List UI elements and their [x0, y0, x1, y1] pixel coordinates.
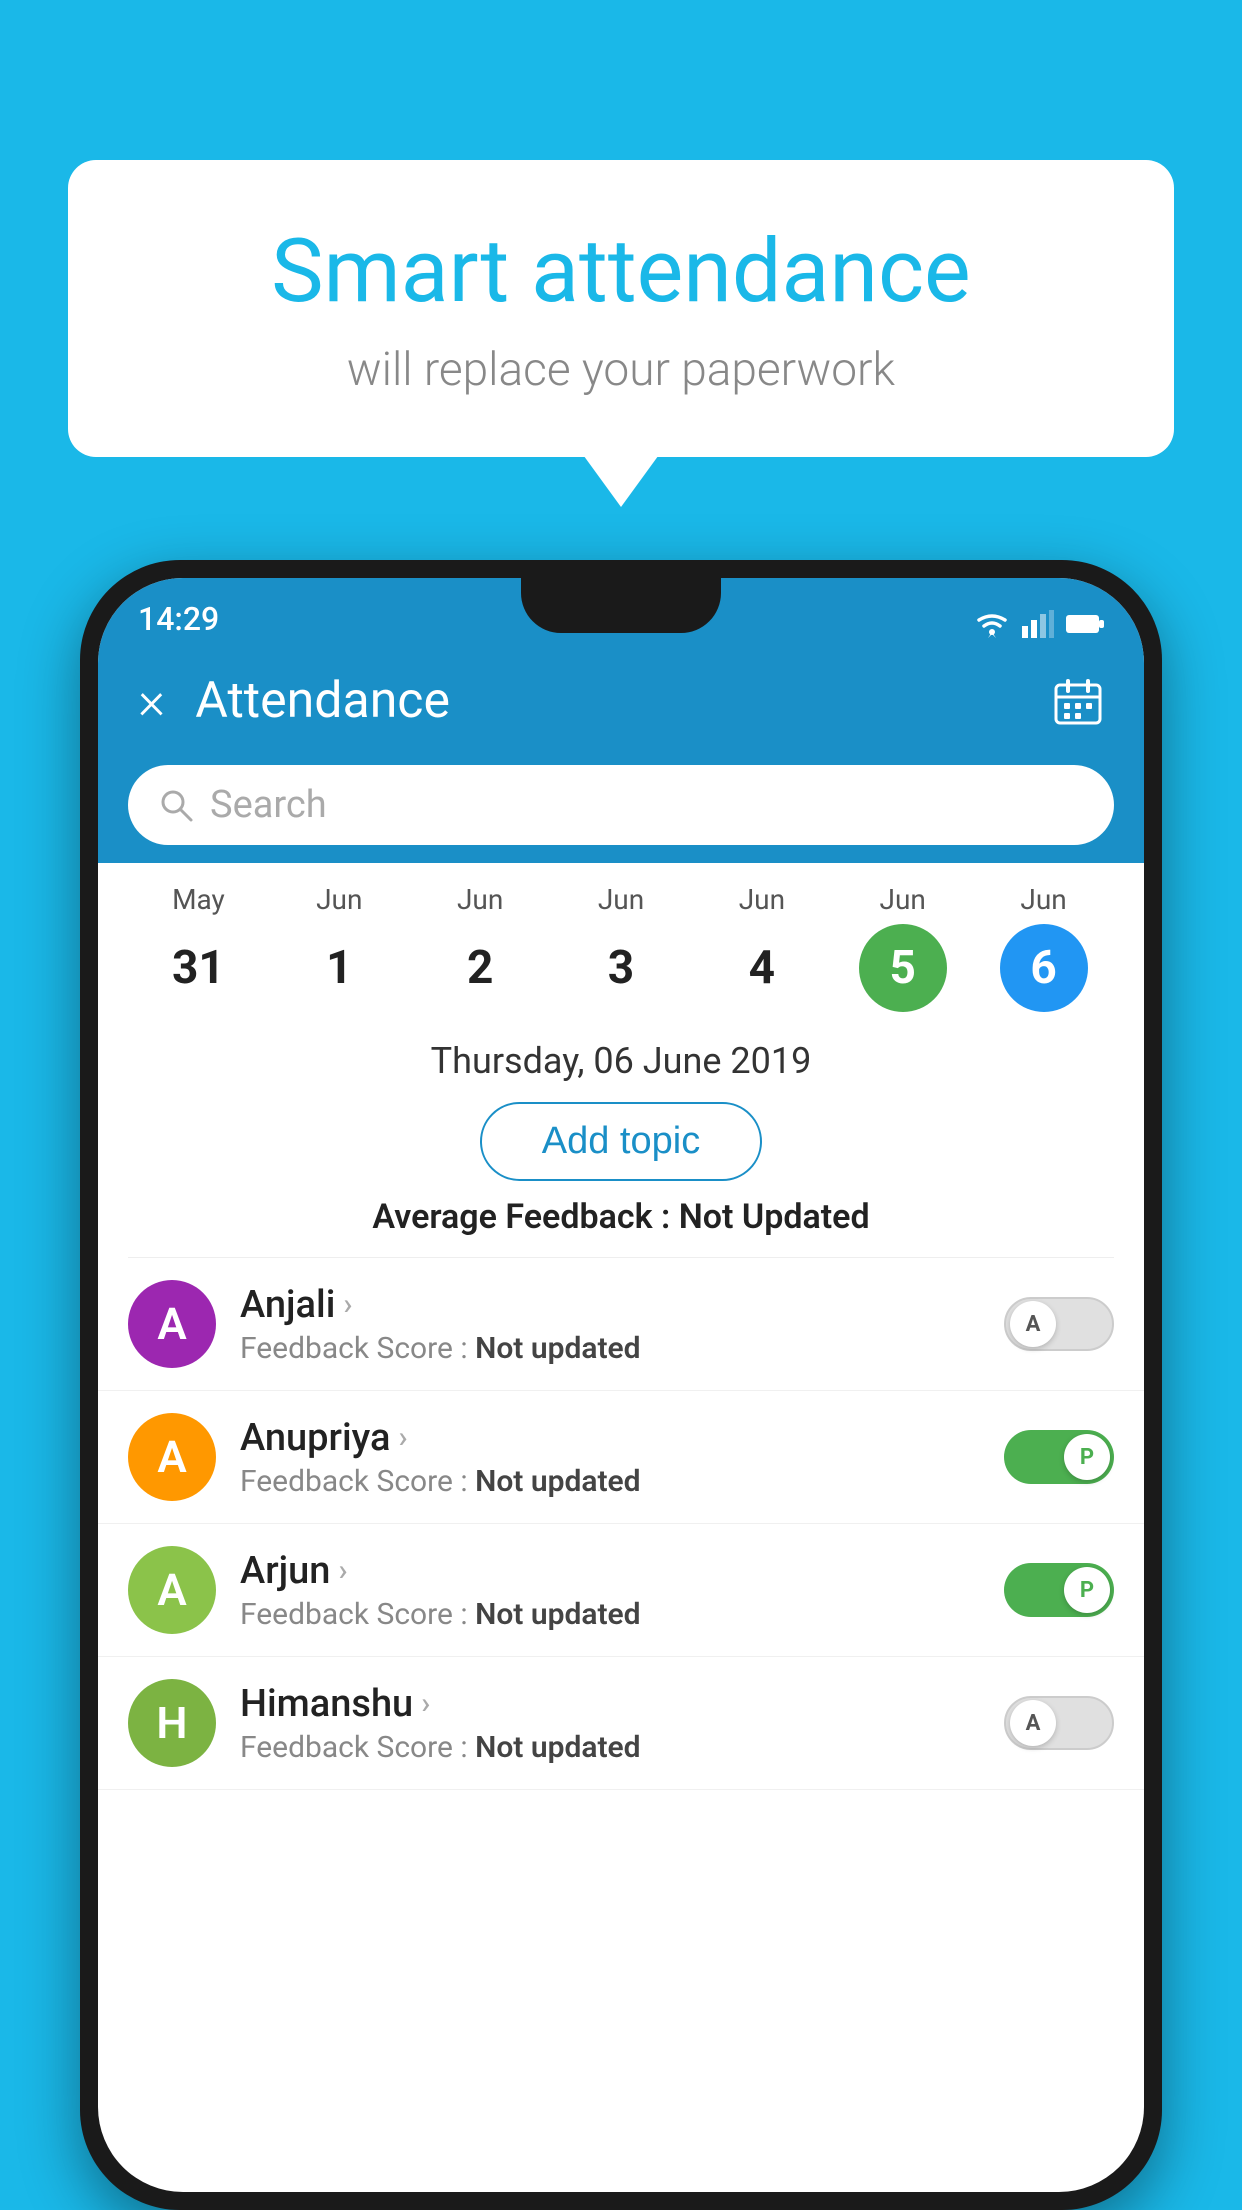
- cal-date-number: 31: [154, 924, 242, 1012]
- add-topic-row: Add topic: [98, 1090, 1144, 1197]
- battery-icon: [1066, 613, 1104, 635]
- speech-bubble-wrapper: Smart attendance will replace your paper…: [68, 160, 1174, 457]
- cal-month-label: Jun: [739, 883, 785, 916]
- wifi-icon: [974, 610, 1010, 638]
- add-topic-button[interactable]: Add topic: [480, 1102, 762, 1181]
- attendance-toggle[interactable]: A: [1004, 1696, 1114, 1750]
- calendar-day-4[interactable]: Jun 4: [691, 883, 832, 1012]
- selected-date-label: Thursday, 06 June 2019: [98, 1022, 1144, 1090]
- cal-month-label: Jun: [457, 883, 503, 916]
- student-feedback: Feedback Score : Not updated: [240, 1331, 980, 1366]
- calendar-day-1[interactable]: Jun 1: [269, 883, 410, 1012]
- student-name: Anupriya ›: [240, 1416, 980, 1460]
- feedback-value: Not updated: [475, 1730, 640, 1765]
- avatar: H: [128, 1679, 216, 1767]
- search-bar[interactable]: Search: [128, 765, 1114, 845]
- cal-month-label: Jun: [316, 883, 362, 916]
- student-info: Arjun › Feedback Score : Not updated: [240, 1549, 980, 1632]
- calendar-icon[interactable]: [1052, 675, 1104, 727]
- cal-month-label: Jun: [1020, 883, 1066, 916]
- cal-date-number: 3: [577, 924, 665, 1012]
- bubble-title: Smart attendance: [148, 220, 1094, 323]
- student-item[interactable]: A Arjun › Feedback Score : Not updated P: [98, 1524, 1144, 1657]
- feedback-value: Not updated: [475, 1331, 640, 1366]
- calendar-day-6[interactable]: Jun 6: [973, 883, 1114, 1012]
- chevron-icon: ›: [398, 1420, 407, 1455]
- cal-month-label: Jun: [880, 883, 926, 916]
- feedback-value: Not updated: [475, 1464, 640, 1499]
- student-list: AAnjali ›Feedback Score : Not updatedAAA…: [98, 1258, 1144, 1790]
- app-bar: × Attendance: [98, 648, 1144, 753]
- toggle-knob: A: [1010, 1700, 1056, 1746]
- student-feedback: Feedback Score : Not updated: [240, 1730, 980, 1765]
- signal-icon: [1022, 610, 1054, 638]
- content-area: May 31 Jun 1 Jun 2 Jun 3 Jun 4 Jun 5 Jun 6 Thursday, …: [98, 863, 1144, 1790]
- cal-date-number: 1: [295, 924, 383, 1012]
- avg-feedback-value: Not Updated: [679, 1197, 870, 1237]
- phone-frame: 14:29: [80, 560, 1162, 2210]
- student-feedback: Feedback Score : Not updated: [240, 1597, 980, 1632]
- student-name: Anjali ›: [240, 1283, 980, 1327]
- student-item[interactable]: A Anjali › Feedback Score : Not updated A: [98, 1258, 1144, 1391]
- attendance-toggle[interactable]: P: [1004, 1563, 1114, 1617]
- avatar: A: [128, 1413, 216, 1501]
- app-title: Attendance: [195, 672, 1052, 730]
- chevron-icon: ›: [421, 1686, 430, 1721]
- cal-date-number: 5: [859, 924, 947, 1012]
- student-info: Himanshu › Feedback Score : Not updated: [240, 1682, 980, 1765]
- calendar-day-2[interactable]: Jun 2: [410, 883, 551, 1012]
- avatar: A: [128, 1280, 216, 1368]
- toggle-knob: P: [1064, 1567, 1110, 1613]
- student-name: Himanshu ›: [240, 1682, 980, 1726]
- close-button[interactable]: ×: [138, 670, 165, 731]
- attendance-toggle[interactable]: A: [1004, 1297, 1114, 1351]
- search-bar-wrapper: Search: [98, 753, 1144, 863]
- chevron-icon: ›: [343, 1287, 352, 1322]
- calendar-day-5[interactable]: Jun 5: [832, 883, 973, 1012]
- toggle-knob: A: [1010, 1301, 1056, 1347]
- status-icons: [974, 610, 1104, 638]
- student-name: Arjun ›: [240, 1549, 980, 1593]
- calendar-strip: May 31 Jun 1 Jun 2 Jun 3 Jun 4 Jun 5 Jun 6: [98, 863, 1144, 1022]
- feedback-value: Not updated: [475, 1597, 640, 1632]
- toggle-knob: P: [1064, 1434, 1110, 1480]
- student-info: Anupriya › Feedback Score : Not updated: [240, 1416, 980, 1499]
- bubble-subtitle: will replace your paperwork: [148, 343, 1094, 397]
- cal-date-number: 4: [718, 924, 806, 1012]
- student-item[interactable]: H Himanshu › Feedback Score : Not updated A: [98, 1657, 1144, 1790]
- avg-feedback: Average Feedback : Not Updated: [98, 1197, 1144, 1257]
- cal-month-label: May: [172, 883, 225, 916]
- student-item[interactable]: A Anupriya › Feedback Score : Not updated P: [98, 1391, 1144, 1524]
- avg-feedback-label: Average Feedback :: [372, 1197, 678, 1237]
- avatar: A: [128, 1546, 216, 1634]
- speech-bubble: Smart attendance will replace your paper…: [68, 160, 1174, 457]
- search-icon: [158, 787, 194, 823]
- search-placeholder: Search: [210, 783, 327, 827]
- student-feedback: Feedback Score : Not updated: [240, 1464, 980, 1499]
- cal-date-number: 6: [1000, 924, 1088, 1012]
- calendar-day-3[interactable]: Jun 3: [551, 883, 692, 1012]
- chevron-icon: ›: [338, 1553, 347, 1588]
- calendar-day-31[interactable]: May 31: [128, 883, 269, 1012]
- phone-notch: [521, 578, 721, 633]
- student-info: Anjali › Feedback Score : Not updated: [240, 1283, 980, 1366]
- attendance-toggle[interactable]: P: [1004, 1430, 1114, 1484]
- cal-date-number: 2: [436, 924, 524, 1012]
- cal-month-label: Jun: [598, 883, 644, 916]
- status-time: 14:29: [138, 600, 219, 638]
- phone-screen: 14:29: [98, 578, 1144, 2192]
